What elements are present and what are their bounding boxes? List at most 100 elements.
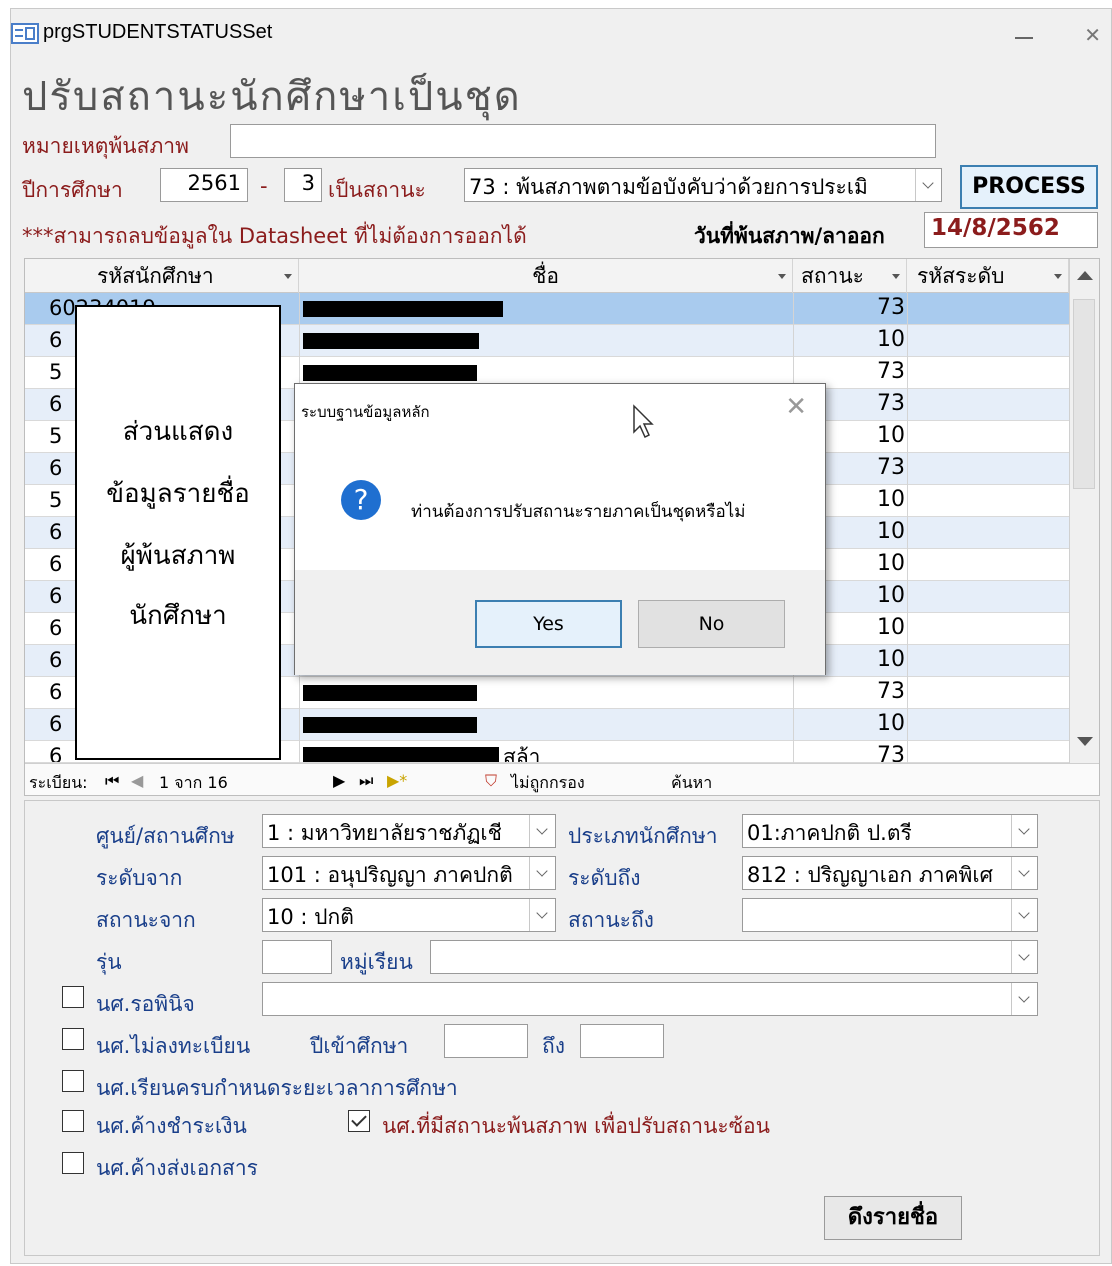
chevron-down-icon[interactable] [1011,857,1037,889]
status-from-value: 10 : ปกติ [267,905,354,929]
chevron-down-icon[interactable] [1011,899,1037,931]
redaction [303,365,477,381]
center-label: ศูนย์/สถานศึกษ [96,824,235,848]
cell-status: 10 [877,711,905,736]
prev-record-icon[interactable]: ◀ [131,771,143,790]
cell-id: 6 [49,648,63,672]
sort-arrow-icon[interactable] [1054,274,1062,279]
student-type-value: 01:ภาคปกติ ป.ตรี [747,821,912,845]
batch-input[interactable] [262,940,332,974]
level-to-select[interactable]: 812 : ปริญญาเอก ภาคพิเศ [742,856,1038,890]
first-record-icon[interactable]: ⏮ [105,771,119,791]
date-label: วันที่พ้นสภาพ/ลาออก [694,224,885,248]
column-divider [907,293,908,763]
entry-year-from-input[interactable] [444,1024,528,1058]
student-type-select[interactable]: 01:ภาคปกติ ป.ตรี [742,814,1038,848]
overlap-status-label: นศ.ที่มีสถานะพ้นสภาพ เพื่อปรับสถานะซ้อน [382,1114,770,1138]
cell-id: 6 [49,520,63,544]
new-record-icon[interactable]: ▶* [387,771,407,790]
annotation-line: ผู้พ้นสภาพ [120,541,236,571]
dialog-footer: Yes No [295,570,825,675]
pending-label: นศ.รอพินิจ [96,992,195,1016]
cell-id: 6 [49,616,63,640]
page-title: ปรับสถานะนักศึกษาเป็นชุด [22,74,522,120]
date-input[interactable]: 14/8/2562 [924,212,1098,248]
target-status-select[interactable]: 73 : พ้นสภาพตามข้อบังคับว่าด้วยการประเมิ [464,168,942,202]
col-level[interactable]: รหัสระดับ [907,259,1069,293]
unpaid-checkbox[interactable] [62,1110,84,1132]
group-select[interactable] [430,940,1038,974]
chevron-down-icon[interactable] [1011,815,1037,847]
grid-scrollbar[interactable] [1069,259,1099,763]
col-name-label: ชื่อ [532,264,559,288]
chevron-down-icon[interactable] [529,857,555,889]
status-to-filter-label: สถานะถึง [568,908,654,932]
entry-year-to-input[interactable] [580,1024,664,1058]
yes-button[interactable]: Yes [475,600,622,648]
no-button[interactable]: No [638,600,785,648]
cell-id: 5 [49,424,63,448]
cell-id: 6 [49,456,63,480]
dialog-message: ท่านต้องการปรับสถานะรายภาคเป็นชุดหรือไม่ [411,502,746,522]
cell-id: 6 [49,744,63,763]
overlap-status-checkbox[interactable] [348,1110,370,1132]
status-from-select[interactable]: 10 : ปกติ [262,898,556,932]
center-value: 1 : มหาวิทยาลัยราชภัฏเชี [267,821,502,845]
sort-arrow-icon[interactable] [892,274,900,279]
annotation-line: นักศึกษา [129,601,227,631]
center-select[interactable]: 1 : มหาวิทยาลัยราชภัฏเชี [262,814,556,848]
col-name[interactable]: ชื่อ [299,259,793,293]
chevron-down-icon[interactable] [915,169,941,201]
redaction [303,685,477,701]
student-type-label: ประเภทนักศึกษา [568,824,718,848]
unpaid-label: นศ.ค้างชำระเงิน [96,1114,247,1138]
process-button[interactable]: PROCESS [960,165,1098,209]
year-input[interactable]: 2561 [160,168,248,202]
scroll-down-icon[interactable] [1077,737,1093,746]
pending-checkbox[interactable] [62,986,84,1008]
target-status-value: 73 : พ้นสภาพตามข้อบังคับว่าด้วยการประเมิ [469,175,868,199]
term-input[interactable]: 3 [284,168,322,202]
chevron-down-icon[interactable] [1011,983,1037,1015]
year-label: ปีการศึกษา [22,178,123,202]
delete-note: ***สามารถลบข้อมูลใน Datasheet ที่ไม่ต้อง… [22,224,527,248]
search-box[interactable]: ค้นหา [671,771,712,795]
next-record-icon[interactable]: ▶ [333,771,345,790]
redaction [303,717,477,733]
status-to-select[interactable] [742,898,1038,932]
dialog-title: ระบบฐานข้อมูลหลัก [301,403,430,421]
last-record-icon[interactable]: ⏭ [359,771,373,791]
missing-docs-checkbox[interactable] [62,1152,84,1174]
minimize-button[interactable] [1015,37,1033,39]
remark-input[interactable] [230,124,936,158]
remark-label: หมายเหตุพ้นสภาพ [22,134,189,158]
close-icon[interactable]: ✕ [785,392,807,422]
col-status[interactable]: สถานะ [793,259,907,293]
level-from-select[interactable]: 101 : อนุปริญญา ภาคปกติ [262,856,556,890]
pending-select[interactable] [262,982,1038,1016]
cell-status: 10 [877,327,905,352]
sort-arrow-icon[interactable] [778,274,786,279]
get-names-button[interactable]: ดึงรายชื่อ [824,1196,962,1240]
scroll-up-icon[interactable] [1077,271,1093,280]
sort-arrow-icon[interactable] [284,274,292,279]
chevron-down-icon[interactable] [529,899,555,931]
unregistered-checkbox[interactable] [62,1028,84,1050]
missing-docs-label: นศ.ค้างส่งเอกสาร [96,1156,258,1180]
col-student-id[interactable]: รหัสนักศึกษา [25,259,299,293]
filter-status[interactable]: ไม่ถูกกรอง [511,771,585,795]
col-student-id-label: รหัสนักศึกษา [97,264,214,288]
record-position[interactable]: 1 จาก 16 [159,771,228,795]
confirm-dialog: ระบบฐานข้อมูลหลัก ✕ ? ท่านต้องการปรับสถา… [294,383,826,675]
grid-header: รหัสนักศึกษา ชื่อ สถานะ รหัสระดับ [25,259,1069,293]
filter-icon[interactable]: ⛉ [485,771,497,791]
mouse-cursor-icon [633,404,654,439]
annotation-line: ข้อมูลรายชื่อ [106,479,250,509]
scroll-thumb[interactable] [1073,299,1095,489]
window-close-icon[interactable]: ✕ [1084,23,1101,47]
chevron-down-icon[interactable] [529,815,555,847]
cell-status: 73 [877,679,905,704]
complete-term-checkbox[interactable] [62,1070,84,1092]
annotation-line: ส่วนแสดง [122,417,234,447]
chevron-down-icon[interactable] [1011,941,1037,973]
